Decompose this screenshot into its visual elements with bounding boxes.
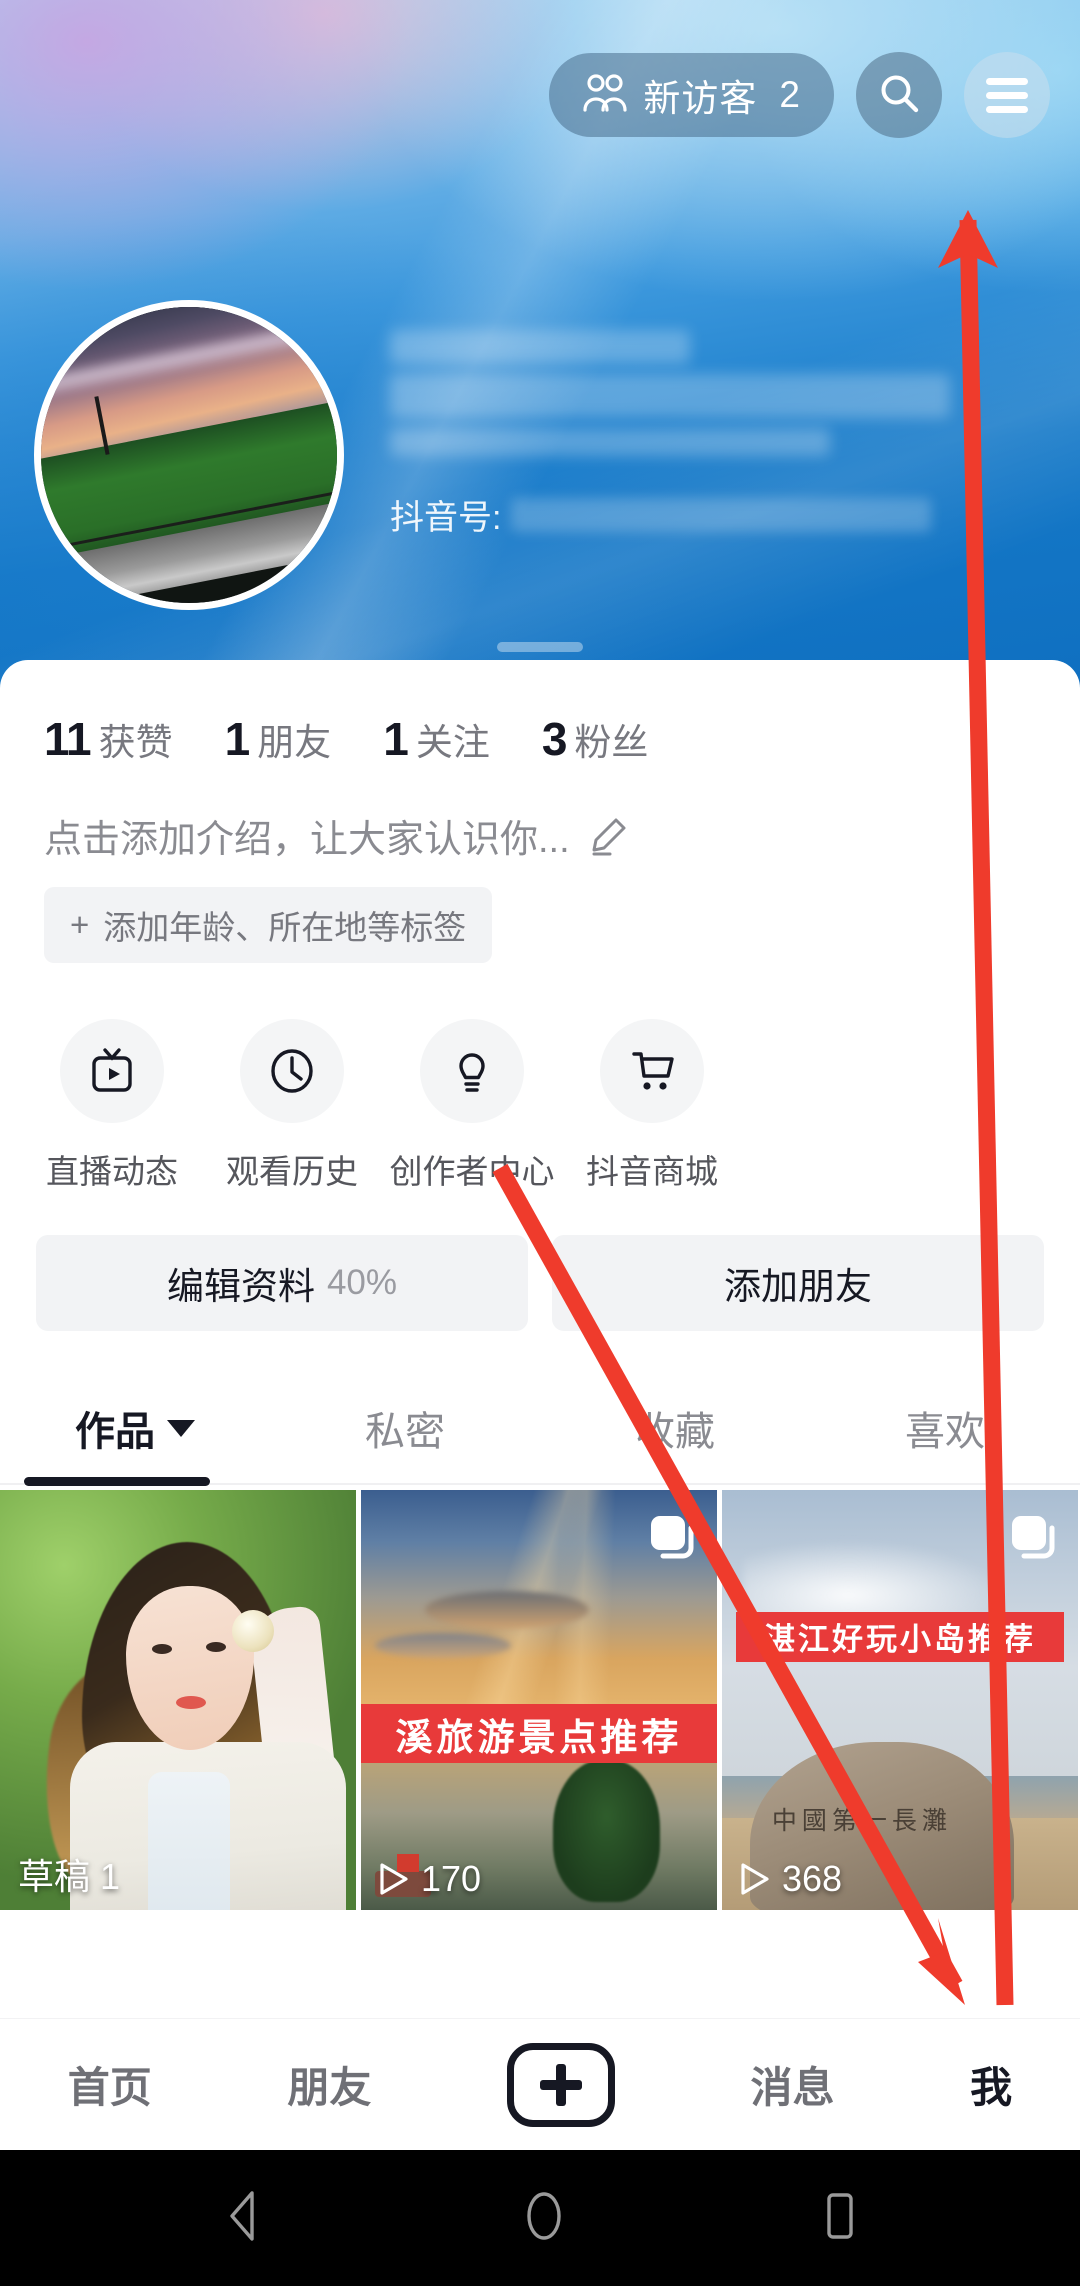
bottom-navigation-bar: 首页 朋友 消息 我: [0, 2018, 1080, 2150]
top-bar: 新访客 2: [0, 40, 1080, 150]
quick-action-history-label: 观看历史: [226, 1153, 358, 1190]
multi-image-stack-icon: [647, 1512, 699, 1564]
quick-action-history[interactable]: 观看历史: [202, 1019, 382, 1193]
quick-action-live-label: 直播动态: [46, 1153, 178, 1190]
quick-actions-row: 直播动态 观看历史 创作者中心 抖音商城: [0, 963, 1080, 1193]
stat-friends-value: 1: [224, 713, 251, 765]
video-grid: 草稿 1 溪旅游景点推荐 170 中國第一長灘 湛江好玩小岛推荐 368: [0, 1490, 1080, 1910]
new-visitors-count: 2: [779, 74, 800, 115]
quick-action-mall-label: 抖音商城: [586, 1153, 718, 1190]
video-cell-2[interactable]: 溪旅游景点推荐 170: [361, 1490, 717, 1910]
edit-profile-button[interactable]: 编辑资料 40%: [36, 1235, 528, 1331]
nickname-redaction-line-3: [390, 428, 830, 456]
stat-following-label: 关注: [415, 722, 490, 763]
video-2-play-count: 170: [421, 1858, 482, 1899]
android-system-navigation-bar: [0, 2150, 1080, 2286]
quick-action-creator-center-label: 创作者中心: [389, 1153, 555, 1190]
douyin-id-row[interactable]: 抖音号:: [390, 490, 932, 539]
action-buttons-row: 编辑资料 40% 添加朋友: [0, 1193, 1080, 1331]
add-tags-chip[interactable]: + 添加年龄、所在地等标签: [44, 887, 493, 963]
quick-action-mall[interactable]: 抖音商城: [562, 1019, 742, 1193]
stat-likes-label: 获赞: [98, 722, 173, 763]
video-3-banner-text: 湛江好玩小岛推荐: [736, 1611, 1064, 1663]
search-icon: [877, 71, 921, 120]
video-3-rock-inscription: 中國第一長灘: [771, 1806, 952, 1835]
nav-item-me[interactable]: 我: [970, 2054, 1012, 2115]
nickname-redaction-line-2: [390, 374, 950, 418]
add-friend-button[interactable]: 添加朋友: [552, 1235, 1044, 1331]
edit-profile-label: 编辑资料: [166, 1266, 315, 1307]
active-tab-indicator: [24, 1477, 210, 1486]
content-tabs: 作品 私密 收藏 喜欢: [0, 1381, 1080, 1486]
stats-row: 11 获赞 1 朋友 1 关注 3 粉丝: [0, 660, 1080, 766]
tab-private-label: 私密: [365, 1410, 445, 1454]
android-recents-icon[interactable]: [818, 2187, 862, 2250]
stat-friends[interactable]: 1 朋友: [225, 712, 332, 766]
video-cell-draft[interactable]: 草稿 1: [0, 1490, 356, 1910]
android-back-icon[interactable]: [218, 2187, 270, 2250]
video-3-play-count: 368: [782, 1858, 843, 1899]
stat-followers-label: 粉丝: [574, 722, 649, 763]
edit-profile-progress: 40%: [326, 1263, 398, 1302]
video-1-overlay: 草稿 1: [18, 1848, 120, 1900]
douyin-profile-screen: 新访客 2 抖音号: 11 获赞 1 朋友 1 关注 3 粉丝 点击添加介绍，让…: [0, 0, 1080, 2286]
tab-private[interactable]: 私密: [270, 1381, 540, 1483]
add-friend-label: 添加朋友: [724, 1266, 872, 1307]
pencil-icon[interactable]: [586, 814, 630, 858]
video-2-overlay: 170: [379, 1858, 481, 1900]
new-visitors-button[interactable]: 新访客 2: [549, 53, 834, 137]
play-count-icon: [740, 1862, 770, 1896]
tab-likes[interactable]: 喜欢: [810, 1381, 1080, 1483]
avatar-photo: [41, 307, 337, 603]
video-cell-3[interactable]: 中國第一長灘 湛江好玩小岛推荐 368: [722, 1490, 1078, 1910]
douyin-id-label: 抖音号:: [390, 499, 502, 537]
nav-item-messages[interactable]: 消息: [751, 2054, 835, 2115]
tab-works-label: 作品: [75, 1410, 155, 1454]
video-1-draft-label: 草稿 1: [18, 1856, 121, 1897]
live-tv-icon: [60, 1019, 164, 1123]
stat-friends-label: 朋友: [257, 722, 332, 763]
bio-row[interactable]: 点击添加介绍，让大家认识你...: [0, 766, 1080, 863]
lightbulb-icon: [420, 1019, 524, 1123]
cover-drag-handle[interactable]: [497, 642, 583, 652]
stat-likes-value: 11: [44, 713, 92, 765]
tab-favorites[interactable]: 收藏: [540, 1381, 810, 1483]
stat-likes[interactable]: 11 获赞: [44, 712, 173, 766]
quick-action-live[interactable]: 直播动态: [22, 1019, 202, 1193]
menu-button[interactable]: [964, 52, 1050, 138]
video-3-overlay: 368: [740, 1858, 842, 1900]
nickname-block[interactable]: [390, 330, 1050, 456]
profile-content-sheet: 11 获赞 1 朋友 1 关注 3 粉丝 点击添加介绍，让大家认识你... + …: [0, 660, 1080, 2150]
multi-image-stack-icon: [1008, 1512, 1060, 1564]
visitors-icon: [583, 73, 628, 117]
nickname-redaction-line-1: [390, 330, 690, 364]
tab-likes-label: 喜欢: [905, 1410, 985, 1454]
tab-works[interactable]: 作品: [0, 1381, 270, 1483]
quick-action-creator-center[interactable]: 创作者中心: [382, 1019, 562, 1193]
add-post-button[interactable]: [506, 2042, 615, 2127]
plus-icon: +: [70, 906, 90, 943]
search-button[interactable]: [856, 52, 942, 138]
video-2-banner-text: 溪旅游景点推荐: [361, 1704, 717, 1763]
stat-following[interactable]: 1 关注: [383, 712, 490, 766]
tab-favorites-label: 收藏: [635, 1410, 715, 1454]
new-visitors-label: 新访客: [643, 78, 758, 119]
clock-history-icon: [240, 1019, 344, 1123]
avatar[interactable]: [34, 300, 344, 610]
nav-item-friends[interactable]: 朋友: [287, 2054, 371, 2115]
nav-item-home[interactable]: 首页: [68, 2054, 152, 2115]
stat-followers[interactable]: 3 粉丝: [542, 712, 649, 766]
stat-followers-value: 3: [541, 713, 568, 765]
hamburger-menu-icon: [986, 71, 1028, 120]
play-count-icon: [379, 1862, 409, 1896]
chevron-down-icon[interactable]: [167, 1419, 195, 1437]
android-home-icon[interactable]: [520, 2187, 568, 2250]
stat-following-value: 1: [383, 713, 409, 765]
douyin-id-redacted-value: [511, 497, 932, 532]
add-post-icon: [539, 2063, 582, 2106]
shopping-cart-icon: [600, 1019, 704, 1123]
add-tags-label: 添加年龄、所在地等标签: [103, 909, 467, 946]
bio-placeholder-text: 点击添加介绍，让大家认识你...: [44, 819, 570, 861]
